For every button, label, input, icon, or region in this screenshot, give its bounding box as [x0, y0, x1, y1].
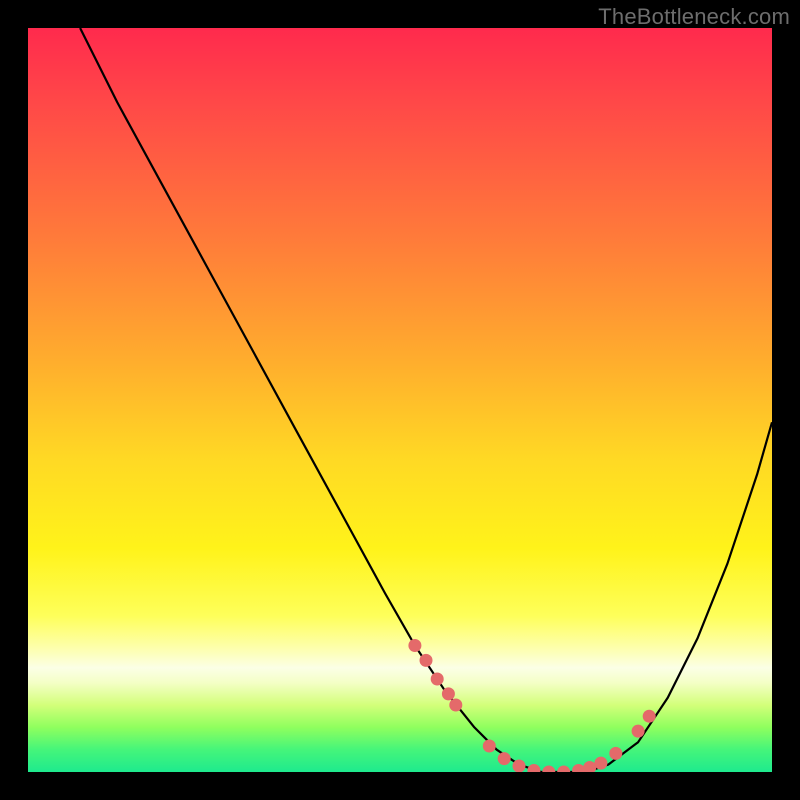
watermark-text: TheBottleneck.com [598, 4, 790, 30]
highlight-dot [408, 639, 421, 652]
highlight-dot [449, 699, 462, 712]
highlight-dot [632, 725, 645, 738]
highlight-dot [557, 766, 570, 773]
highlight-dot [513, 760, 526, 773]
chart-svg [28, 28, 772, 772]
highlight-dot [643, 710, 656, 723]
highlight-dot [431, 673, 444, 686]
highlight-dot [442, 687, 455, 700]
highlight-dot [594, 757, 607, 770]
highlight-dot [483, 740, 496, 753]
highlight-points [408, 639, 655, 772]
highlight-dot [572, 764, 585, 772]
highlight-dot [609, 747, 622, 760]
highlight-dot [420, 654, 433, 667]
chart-frame: TheBottleneck.com [0, 0, 800, 800]
highlight-dot [542, 766, 555, 773]
highlight-dot [583, 761, 596, 772]
highlight-dot [527, 764, 540, 772]
highlight-dot [498, 752, 511, 765]
